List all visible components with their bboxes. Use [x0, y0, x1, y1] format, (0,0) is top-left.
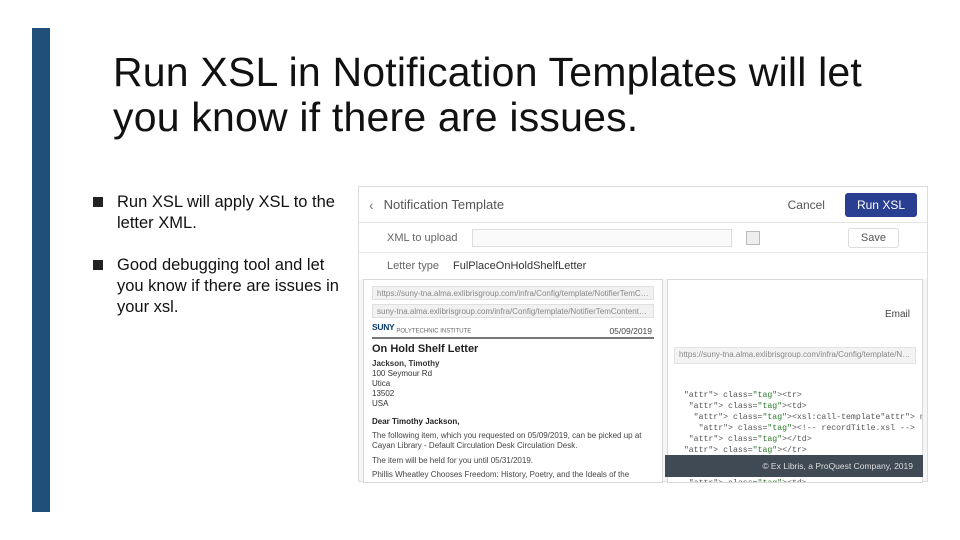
letter-date: 05/09/2019 [609, 326, 652, 336]
divider [372, 337, 654, 339]
lettertype-label: Letter type [387, 260, 439, 272]
lettertype-row: Letter type FulPlaceOnHoldShelfLetter [359, 253, 927, 279]
letter-body: The item will be held for you until 05/3… [372, 456, 654, 466]
screenshot-footer: © Ex Libris, a ProQuest Company, 2019 [665, 455, 923, 477]
preview-window-title: https://suny-tna.alma.exlibrisgroup.com/… [377, 289, 649, 298]
upload-label: XML to upload [387, 232, 458, 244]
list-item: Good debugging tool and let you know if … [93, 255, 343, 317]
lettertype-value: FulPlaceOnHoldShelfLetter [453, 260, 586, 272]
list-item: Run XSL will apply XSL to the letter XML… [93, 192, 343, 233]
accent-bar [32, 28, 50, 512]
source-address-bar: https://suny-tna.alma.exlibrisgroup.com/… [674, 347, 916, 364]
xsl-source-panel: Email https://suny-tna.alma.exlibrisgrou… [667, 279, 923, 483]
screenshot-header: ‹ Notification Template Cancel Run XSL [359, 187, 927, 223]
letter-body: The following item, which you requested … [372, 431, 654, 452]
back-arrow-icon[interactable]: ‹ [369, 197, 374, 213]
embedded-screenshot: ‹ Notification Template Cancel Run XSL X… [358, 186, 928, 482]
bullet-list: Run XSL will apply XSL to the letter XML… [93, 192, 343, 339]
cancel-button[interactable]: Cancel [778, 194, 835, 216]
letter-salutation: Dear Timothy Jackson, [372, 417, 654, 427]
slide-title: Run XSL in Notification Templates will l… [113, 50, 933, 140]
run-xsl-button[interactable]: Run XSL [845, 193, 917, 217]
suny-logo: SUNY POLYTECHNIC INSTITUTE [372, 322, 471, 332]
upload-row: XML to upload Save [359, 223, 927, 253]
bullet-text: Run XSL will apply XSL to the letter XML… [117, 192, 343, 233]
preview-panel: https://suny-tna.alma.exlibrisgroup.com/… [363, 279, 663, 483]
bullet-text: Good debugging tool and let you know if … [117, 255, 343, 317]
upload-field[interactable] [472, 229, 732, 247]
letter-heading: On Hold Shelf Letter [372, 343, 654, 355]
bullet-icon [93, 197, 103, 207]
letter-body: Phillis Wheatley Chooses Freedom: Histor… [372, 470, 654, 483]
save-button[interactable]: Save [848, 228, 899, 248]
folder-icon[interactable] [746, 231, 760, 245]
preview-address-bar: suny-tna.alma.exlibrisgroup.com/infra/Co… [377, 307, 649, 316]
letter-address: Jackson, Timothy 100 Seymour Rd Utica 13… [372, 359, 654, 409]
email-label: Email [674, 308, 916, 322]
breadcrumb: Notification Template [384, 197, 504, 212]
bullet-icon [93, 260, 103, 270]
